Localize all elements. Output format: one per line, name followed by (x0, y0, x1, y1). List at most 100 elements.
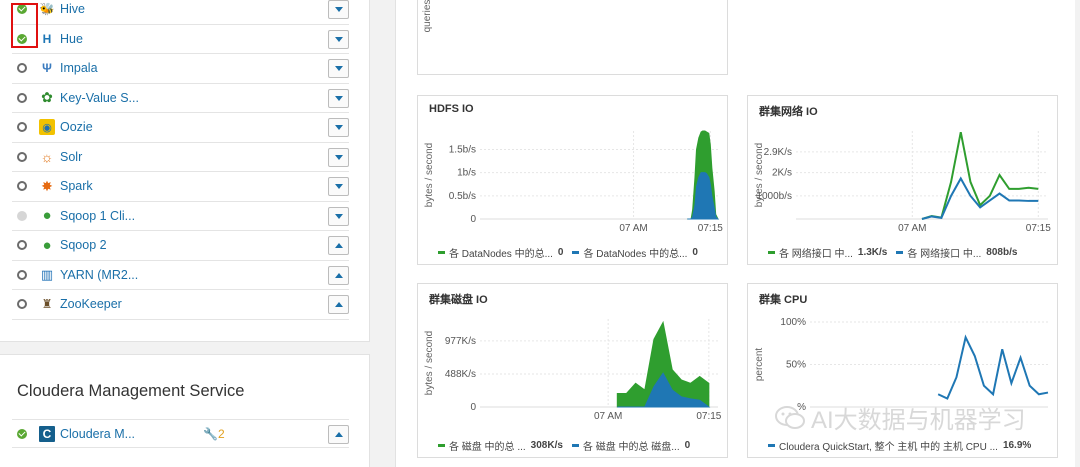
service-actions-dropdown[interactable] (328, 29, 349, 49)
watermark: AI大数据与机器学习 (775, 400, 1026, 435)
chart-svg: bytes / second 0 0.5b/s 1b/s 1.5b/s 07 AM 07:1… (424, 130, 723, 234)
series-line (921, 176, 1039, 220)
y-tick-label: 977K/s (445, 336, 476, 347)
cloudera-management-card: Cloudera Management Service C Cloudera M… (0, 354, 370, 467)
status-stopped-icon (17, 63, 27, 74)
legend-item[interactable]: 各 磁盘 中的总 ... 308K/s (438, 438, 563, 453)
service-row[interactable]: ● Sqoop 1 Cli... (12, 202, 349, 231)
service-name-link[interactable]: Sqoop 1 Cli... (60, 209, 135, 223)
y-tick-label: 1b/s (457, 168, 476, 179)
service-actions-dropdown[interactable] (328, 236, 349, 255)
legend-item[interactable]: 各 网络接口 中... 1.3K/s (768, 245, 887, 260)
chevron-up-icon (334, 272, 343, 278)
status-stopped-icon (17, 122, 27, 133)
oozie-icon: ◉ (39, 119, 55, 136)
yarn-icon: ▥ (40, 266, 54, 282)
service-actions-dropdown[interactable] (328, 177, 349, 196)
service-name-link[interactable]: Impala (60, 61, 98, 75)
legend-label: 各 网络接口 中... (907, 249, 982, 260)
service-row[interactable]: H Hue (12, 25, 349, 54)
service-name-link[interactable]: Solr (60, 150, 82, 164)
services-card: 🐝 Hive H Hue Ψ Impala ✿ Key-Value S... ◉ Oozie ☼ So… (0, 0, 370, 342)
service-name-link[interactable]: Sqoop 2 (60, 238, 107, 252)
y-axis-label: bytes / second (424, 143, 435, 207)
y-axis-label: bytes / second (424, 331, 435, 395)
legend-label: 各 网络接口 中... (779, 249, 853, 260)
service-actions-dropdown[interactable] (328, 147, 349, 167)
legend-item[interactable]: Cloudera QuickStart, 整个 主机 中的 主机 CPU ...… (768, 438, 1031, 453)
service-actions-dropdown[interactable] (328, 425, 349, 444)
service-row[interactable]: ✸ Spark (12, 172, 349, 202)
service-name-link[interactable]: Cloudera M... (60, 427, 135, 441)
service-actions-dropdown[interactable] (328, 0, 349, 19)
legend-value: 16.9% (1002, 440, 1032, 451)
status-stopped-icon (17, 181, 27, 192)
service-name-link[interactable]: ZooKeeper (60, 297, 122, 311)
y-axis-label: queries (422, 0, 433, 32)
legend-value: 1.3K/s (857, 247, 888, 258)
legend-value: 0 (692, 247, 698, 258)
service-actions-dropdown[interactable] (328, 88, 349, 108)
legend-item[interactable]: 各 网络接口 中... 808b/s (896, 245, 1017, 260)
config-issues-badge[interactable]: 🔧2 (203, 427, 225, 441)
hue-icon: H (42, 31, 52, 46)
legend-label: 各 磁盘 中的总 磁盘... (582, 442, 680, 453)
y-tick-label: 488K/s (445, 369, 476, 380)
cms-title: Cloudera Management Service (17, 382, 245, 400)
service-name-link[interactable]: Oozie (60, 120, 93, 134)
legend-swatch (768, 444, 775, 447)
service-row[interactable]: ● Sqoop 2 (12, 231, 349, 261)
service-row[interactable]: ◉ Oozie (12, 113, 349, 143)
service-row[interactable]: ♜ ZooKeeper (12, 290, 349, 320)
spark-icon: ✸ (41, 177, 53, 194)
service-name-link[interactable]: Hive (60, 2, 85, 16)
status-stopped-icon (17, 151, 27, 162)
sqoop-icon: ● (42, 207, 52, 225)
chart-svg: bytes / second 0 488K/s 977K/s 07 AM 07:15 (424, 319, 722, 422)
series-line (937, 334, 1049, 400)
cms-service-row[interactable]: C Cloudera M... 🔧2 (12, 419, 349, 448)
legend-value: 0 (557, 247, 564, 258)
chart-legend: 各 网络接口 中... 1.3K/s 各 网络接口 中... 808b/s (768, 245, 1026, 260)
service-row[interactable]: ✿ Key-Value S... (12, 84, 349, 113)
legend-label: 各 DataNodes 中的总... (449, 249, 553, 260)
chevron-up-icon (334, 432, 343, 437)
status-stopped-icon (17, 269, 27, 280)
service-actions-dropdown[interactable] (328, 265, 349, 285)
y-tick-label: 2.9K/s (764, 147, 792, 158)
status-stopped-icon (17, 240, 27, 251)
service-name-link[interactable]: Key-Value S... (60, 91, 139, 105)
service-name-link[interactable]: Hue (60, 32, 83, 46)
status-ok-icon (17, 428, 27, 439)
service-row[interactable]: ☼ Solr (12, 143, 349, 172)
legend-label: 各 磁盘 中的总 ... (449, 442, 526, 453)
status-stopped-icon (17, 92, 27, 103)
service-actions-dropdown[interactable] (328, 59, 349, 78)
legend-swatch (571, 444, 579, 447)
service-row[interactable]: Ψ Impala (12, 54, 349, 84)
hive-icon: 🐝 (39, 2, 55, 17)
y-tick-label: 0.5b/s (449, 191, 476, 202)
y-tick-label: 50% (786, 360, 806, 371)
chevron-down-icon (334, 66, 343, 71)
annotation-highlight-box (11, 3, 38, 48)
chevron-up-icon (334, 243, 343, 248)
service-actions-dropdown[interactable] (328, 118, 349, 137)
legend-item[interactable]: 各 磁盘 中的总 磁盘... 0 (571, 438, 690, 453)
chart-card: HDFS IO bytes / second 0 0.5b/s 1b/s 1.5b/s 07… (417, 95, 728, 265)
service-name-link[interactable]: Spark (60, 179, 93, 193)
legend-swatch (438, 251, 445, 254)
service-actions-dropdown[interactable] (328, 206, 349, 226)
service-name-link[interactable]: YARN (MR2... (60, 268, 138, 282)
chart-card: 群集磁盘 IO bytes / second 0 488K/s 977K/s 07 AM 0… (417, 283, 728, 458)
service-row[interactable]: 🐝 Hive (12, 0, 349, 25)
service-row[interactable]: ▥ YARN (MR2... (12, 261, 349, 290)
legend-label: 各 DataNodes 中的总... (583, 249, 688, 260)
service-actions-dropdown[interactable] (328, 295, 349, 314)
watermark-text: AI大数据与机器学习 (811, 407, 1026, 434)
y-tick-label: 1.5b/s (449, 145, 476, 156)
legend-label: Cloudera QuickStart, 整个 主机 中的 主机 CPU ... (779, 442, 998, 453)
legend-item[interactable]: 各 DataNodes 中的总... 0 (572, 245, 698, 260)
y-tick-label: 1000b/s (756, 191, 792, 202)
legend-item[interactable]: 各 DataNodes 中的总... 0 (438, 245, 563, 260)
